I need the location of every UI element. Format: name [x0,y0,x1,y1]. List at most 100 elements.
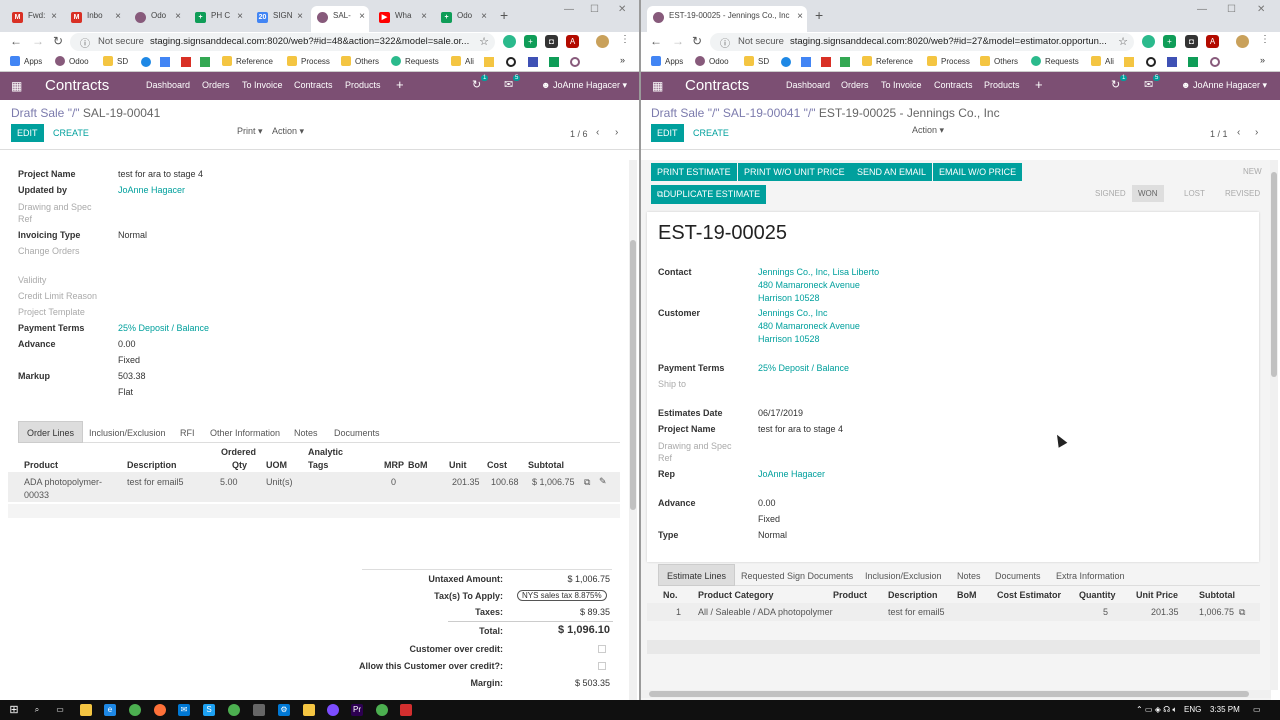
apps-grid-icon[interactable]: ▦ [652,79,663,93]
column-header[interactable]: Description [888,590,938,600]
add-icon[interactable]: + [396,77,404,92]
chrome-icon[interactable] [129,704,141,716]
edit-icon[interactable]: ✎ [599,476,607,487]
windows-start-icon[interactable]: ⊞ [8,704,20,716]
star-icon[interactable]: ☆ [479,35,489,48]
column-header[interactable]: Subtotal [528,460,564,470]
close-icon[interactable]: × [175,11,181,22]
action-dropdown[interactable]: Action ▾ [272,126,304,137]
next-icon[interactable]: › [1255,127,1258,138]
shortcut-icon[interactable] [141,57,151,67]
sheets-icon[interactable] [549,57,559,67]
gmail-icon[interactable] [181,57,191,67]
menu-products[interactable]: Products [984,80,1020,90]
project-name-value[interactable]: test for ara to stage 4 [118,169,203,179]
breadcrumb-link[interactable]: SAL-19-00041 "/" [723,106,816,120]
payment-terms-link[interactable]: 25% Deposit / Balance [118,323,209,333]
project-name-value[interactable]: test for ara to stage 4 [758,424,843,434]
extension-icon[interactable]: ◘ [545,35,558,48]
invoicing-type-value[interactable]: Normal [118,230,147,240]
add-icon[interactable]: + [1035,77,1043,92]
settings-icon[interactable]: ⚙ [278,704,290,716]
bookmark-sd[interactable]: SD [744,56,769,66]
line-product-link[interactable]: ADA photopolymer- [24,477,102,487]
url-input[interactable]: ⓘ Not secure staging.signsanddecal.com:80… [70,33,495,51]
column-header[interactable]: Analytic [308,447,343,457]
bookmark-process[interactable]: Process [927,56,970,66]
edit-button[interactable]: EDIT [11,124,44,142]
column-header[interactable]: Product Category [698,590,774,600]
extension-icon[interactable] [1142,35,1155,48]
avatar[interactable] [596,35,609,48]
bookmark-requests[interactable]: Requests [1031,56,1079,66]
scrollbar-thumb[interactable] [649,691,1249,697]
advance-type-value[interactable]: Fixed [118,355,140,365]
close-icon[interactable]: × [481,11,487,22]
forward-icon[interactable]: → [672,34,684,48]
minimize-icon[interactable]: — [564,4,574,15]
menu-products[interactable]: Products [345,80,381,90]
extension-icon[interactable] [1124,57,1134,67]
new-tab-icon[interactable]: + [815,7,823,23]
more-bookmarks-icon[interactable]: » [620,55,625,65]
bookmark-others[interactable]: Others [980,56,1018,66]
browser-tab[interactable]: + Odo × [435,6,491,32]
browser-tab[interactable]: M Fwd: × [6,6,61,32]
tab-requested-sign-documents[interactable]: Requested Sign Documents [732,564,862,586]
scrollbar[interactable] [629,160,637,700]
activity-icon[interactable]: ↻ [472,78,481,91]
extension-icon[interactable] [503,35,516,48]
bookmark-ali[interactable]: Ali [1091,56,1114,66]
next-icon[interactable]: › [615,127,618,138]
drive-icon[interactable] [200,57,210,67]
chat-icon[interactable]: ✉ [1144,78,1153,91]
close-icon[interactable]: × [359,11,365,22]
maximize-icon[interactable]: ☐ [590,4,599,15]
menu-dashboard[interactable]: Dashboard [786,80,830,90]
close-window-icon[interactable]: ✕ [1257,4,1265,15]
clock-icon[interactable] [1167,57,1177,67]
advance-type-value[interactable]: Fixed [758,514,780,524]
column-header[interactable]: Description [127,460,177,470]
close-window-icon[interactable]: ✕ [618,4,626,15]
customer-address[interactable]: 480 Mamaroneck Avenue [758,321,860,331]
menu-orders[interactable]: Orders [202,80,230,90]
new-tab-icon[interactable]: + [500,7,508,23]
more-bookmarks-icon[interactable]: » [1260,55,1265,65]
bookmark-apps[interactable]: Apps [651,56,683,66]
user-menu[interactable]: ☻ JoAnne Hagacer ▾ [1181,80,1267,91]
column-header[interactable]: Unit [449,460,467,470]
extension-icon[interactable] [484,57,494,67]
tax-tag[interactable]: NYS sales tax 8.875% [517,590,607,601]
tab-documents[interactable]: Documents [325,421,389,443]
horizontal-scrollbar[interactable] [641,690,1271,698]
search-icon[interactable]: ⌕ [31,704,43,716]
rep-link[interactable]: JoAnne Hagacer [758,469,825,479]
skype-icon[interactable]: S [203,704,215,716]
column-header[interactable]: Cost Estimator [997,590,1061,600]
back-icon[interactable]: ← [650,34,662,48]
close-icon[interactable]: × [237,11,243,22]
scrollbar[interactable] [1270,160,1278,690]
url-input[interactable]: ⓘ Not secure staging.signsanddecal.com:80… [710,33,1134,51]
back-icon[interactable]: ← [10,34,22,48]
calendar-icon[interactable] [801,57,811,67]
column-header[interactable]: Product [833,590,867,600]
browser-tab[interactable]: Odo × [129,6,185,32]
close-icon[interactable]: × [297,11,303,22]
status-won[interactable]: WON [1132,185,1164,202]
status-new[interactable]: NEW [1243,167,1262,176]
column-header[interactable]: UOM [266,460,287,470]
estimates-date-value[interactable]: 06/17/2019 [758,408,803,418]
create-button[interactable]: CREATE [53,128,89,138]
close-icon[interactable]: × [51,11,57,22]
sheets-icon[interactable] [1188,57,1198,67]
bookmark-odoo[interactable]: Odoo [695,56,729,66]
user-menu[interactable]: ☻ JoAnne Hagacer ▾ [541,80,627,91]
tab-order-lines[interactable]: Order Lines [18,421,84,443]
column-header[interactable]: BoM [408,460,428,470]
column-header[interactable]: Ordered [221,447,256,457]
task-view-icon[interactable]: ▭ [54,704,66,716]
menu-contracts[interactable]: Contracts [294,80,333,90]
activity-icon[interactable]: ↻ [1111,78,1120,91]
